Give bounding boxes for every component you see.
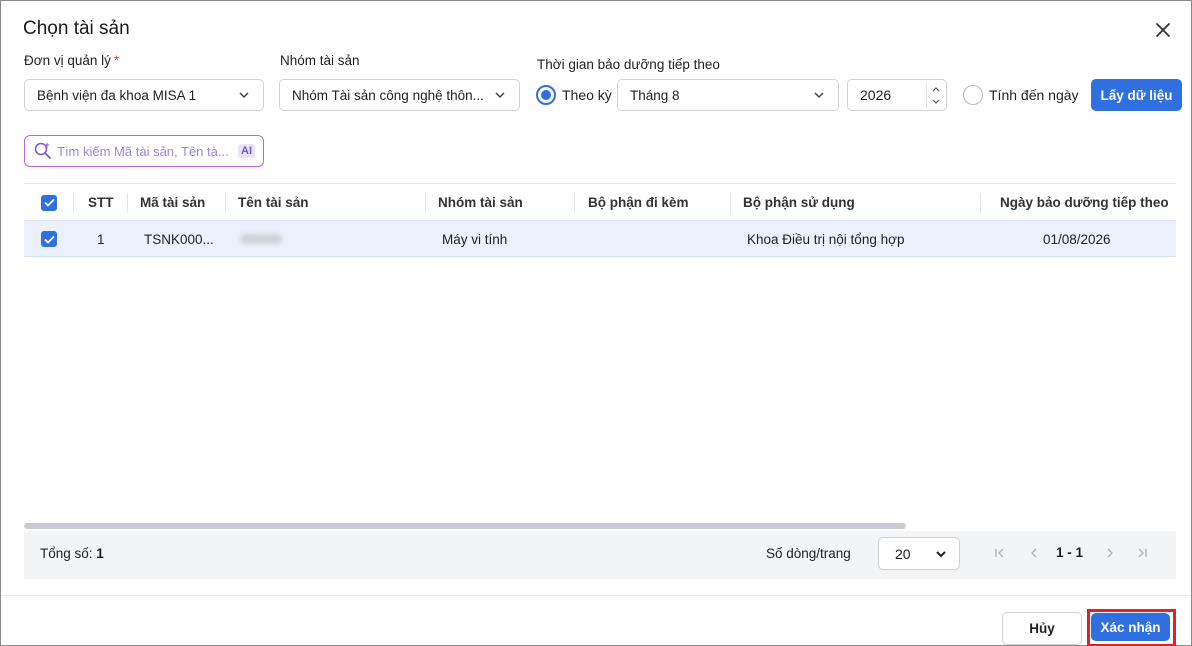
column-header-attached[interactable]: Bộ phận đi kèm bbox=[588, 184, 689, 221]
search-placeholder: Tìm kiếm Mã tài sản, Tên tà... bbox=[57, 143, 229, 159]
unit-label: Đơn vị quản lý * bbox=[24, 53, 120, 68]
cell-code: TSNK000... bbox=[144, 231, 214, 247]
checkbox-checked-icon bbox=[41, 194, 57, 211]
checkbox-checked-icon bbox=[41, 231, 57, 247]
rows-per-page-value: 20 bbox=[895, 545, 911, 562]
fetch-data-button[interactable]: Lấy dữ liệu bbox=[1091, 79, 1182, 111]
column-divider bbox=[73, 193, 74, 213]
chevron-down-icon bbox=[239, 92, 249, 99]
chevron-down-icon bbox=[495, 92, 505, 99]
time-label: Thời gian bảo dưỡng tiếp theo bbox=[537, 57, 720, 72]
horizontal-scrollbar[interactable] bbox=[24, 523, 906, 529]
cancel-button[interactable]: Hủy bbox=[1002, 612, 1082, 645]
group-select-value: Nhóm Tài sản công nghệ thôn... bbox=[292, 87, 484, 103]
column-divider bbox=[980, 193, 981, 213]
total-count: Tổng số: 1 bbox=[40, 546, 104, 561]
to-date-radio[interactable]: Tính đến ngày bbox=[963, 85, 1079, 105]
radio-selected-icon bbox=[536, 85, 556, 105]
row-checkbox[interactable] bbox=[41, 221, 57, 257]
column-divider bbox=[425, 193, 426, 213]
page-info: 1 - 1 bbox=[1056, 545, 1084, 560]
blurred-name bbox=[240, 234, 282, 244]
column-header-code[interactable]: Mã tài sản bbox=[140, 184, 205, 221]
group-select[interactable]: Nhóm Tài sản công nghệ thôn... bbox=[279, 79, 520, 111]
cell-department: Khoa Điều trị nội tổng hợp bbox=[747, 231, 905, 247]
group-label: Nhóm tài sản bbox=[280, 53, 360, 68]
table-header: STT Mã tài sản Tên tài sản Nhóm tài sản … bbox=[24, 183, 1176, 221]
cell-name-blurred bbox=[240, 221, 282, 257]
by-period-label: Theo kỳ bbox=[562, 87, 612, 103]
select-asset-dialog: Chọn tài sản Đơn vị quản lý * Bệnh viện đ… bbox=[0, 0, 1192, 646]
year-value: 2026 bbox=[860, 87, 892, 103]
year-stepper[interactable] bbox=[926, 82, 944, 108]
close-icon[interactable] bbox=[1153, 20, 1173, 40]
cell-stt: 1 bbox=[97, 231, 105, 247]
unit-select-value: Bệnh viện đa khoa MISA 1 bbox=[37, 87, 197, 103]
column-divider bbox=[225, 193, 226, 213]
last-page-icon[interactable] bbox=[1134, 545, 1150, 561]
rows-per-page-select[interactable]: 20 bbox=[878, 537, 960, 570]
period-select[interactable]: Tháng 8 bbox=[617, 79, 839, 111]
column-divider bbox=[574, 193, 575, 213]
table-row[interactable]: 1 TSNK000... Máy vi tính Khoa Điều trị n… bbox=[24, 221, 1176, 257]
ai-search-icon bbox=[34, 142, 51, 159]
rows-per-page-label: Số dòng/trang bbox=[766, 546, 851, 561]
first-page-icon[interactable] bbox=[992, 545, 1008, 561]
chevron-down-icon bbox=[814, 92, 824, 99]
cell-group: Máy vi tính bbox=[442, 231, 508, 247]
column-header-stt[interactable]: STT bbox=[88, 184, 114, 221]
unit-select[interactable]: Bệnh viện đa khoa MISA 1 bbox=[24, 79, 264, 111]
column-header-name[interactable]: Tên tài sản bbox=[238, 184, 309, 221]
column-divider bbox=[730, 193, 731, 213]
chevron-down-icon[interactable] bbox=[927, 95, 944, 108]
year-input[interactable]: 2026 bbox=[847, 79, 947, 111]
cell-next-date: 01/08/2026 bbox=[1043, 231, 1111, 247]
next-page-icon[interactable] bbox=[1102, 545, 1118, 561]
radio-unselected-icon bbox=[963, 85, 983, 105]
column-header-group[interactable]: Nhóm tài sản bbox=[438, 184, 523, 221]
prev-page-icon[interactable] bbox=[1026, 545, 1042, 561]
confirm-button[interactable]: Xác nhận bbox=[1091, 613, 1170, 641]
period-select-value: Tháng 8 bbox=[630, 87, 680, 103]
dialog-title: Chọn tài sản bbox=[23, 18, 130, 39]
confirm-highlight: Xác nhận bbox=[1087, 609, 1176, 646]
column-header-next-date[interactable]: Ngày bảo dưỡng tiếp theo bbox=[1000, 184, 1169, 221]
column-header-department[interactable]: Bộ phận sử dụng bbox=[743, 184, 855, 221]
chevron-down-icon bbox=[936, 550, 946, 557]
table-footer: Tổng số: 1 Số dòng/trang 20 1 - 1 bbox=[24, 531, 1176, 579]
search-input[interactable]: Tìm kiếm Mã tài sản, Tên tà... AI bbox=[24, 135, 264, 167]
chevron-up-icon[interactable] bbox=[927, 82, 944, 95]
select-all-checkbox[interactable] bbox=[41, 184, 57, 221]
column-divider bbox=[127, 193, 128, 213]
ai-badge: AI bbox=[238, 144, 255, 158]
to-date-label: Tính đến ngày bbox=[989, 87, 1079, 103]
footer-divider bbox=[1, 595, 1191, 596]
by-period-radio[interactable]: Theo kỳ bbox=[536, 85, 612, 105]
asset-table: STT Mã tài sản Tên tài sản Nhóm tài sản … bbox=[24, 183, 1176, 579]
